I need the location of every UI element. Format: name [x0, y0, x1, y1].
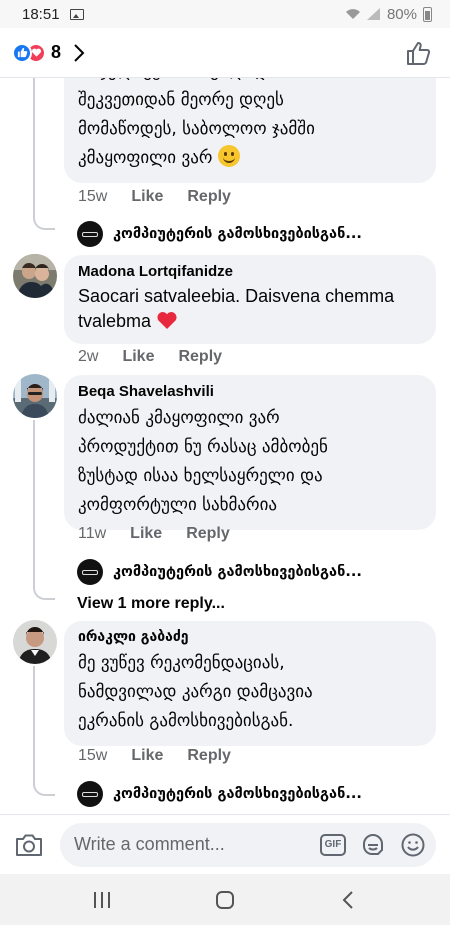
like-button[interactable]: Like — [131, 747, 163, 765]
comment-line: პროდუქტით ნუ რასაც ამბობენ — [78, 437, 328, 457]
avatar[interactable] — [13, 620, 57, 664]
comment-time: 15w — [78, 747, 108, 764]
thumbs-up-outline-icon[interactable] — [406, 40, 432, 66]
back-icon[interactable] — [336, 888, 360, 912]
comment-bubble[interactable]: Madona Lortqifanidze Saocari satvaleebia… — [64, 255, 436, 344]
like-button[interactable]: Like — [122, 348, 154, 366]
comment-line: მე ვუწევ რეკომენდაციას, — [78, 653, 285, 673]
comment-time: 15w — [78, 188, 108, 205]
wifi-icon — [345, 9, 360, 19]
reply-author: კომპიუტერის გამოსხივებისგან... — [113, 786, 362, 802]
comment-text: იოჯელაკუ სასამკილად შეკვეთიდან მეორე დღე… — [78, 78, 422, 173]
comment-bubble[interactable]: Beqa Shavelashvili ძალიან კმაყოფილი ვარ … — [64, 375, 436, 530]
page-avatar — [77, 221, 103, 247]
comment-bubble[interactable]: იოჯელაკუ სასამკილად შეკვეთიდან მეორე დღე… — [64, 78, 436, 183]
comment-text: Saocari satvaleebia. Daisvena chemma tva… — [78, 284, 422, 334]
avatar[interactable] — [13, 254, 57, 298]
comment-line: ეკრანის გამოსხივებისგან. — [78, 711, 294, 731]
thread-connector — [33, 666, 55, 796]
comment-meta: 11w Like Reply — [78, 525, 230, 543]
chevron-right-icon — [74, 43, 85, 62]
comment-line: ზუსტად ისაა ხელსაყრელი და — [78, 466, 323, 486]
comment-author[interactable]: ირაკლი გაბაძე — [78, 629, 422, 645]
reactions-summary[interactable]: 8 — [12, 42, 85, 63]
smile-emoji-icon — [217, 145, 240, 167]
comment-meta: 15w Like Reply — [78, 747, 231, 765]
comment-line: მომაწოდეს, საბოლოო ჯამში — [78, 119, 315, 139]
comment-line: tvalebma — [78, 311, 152, 331]
camera-icon[interactable] — [14, 832, 44, 858]
gif-icon[interactable]: GIF — [320, 832, 346, 858]
reply-button[interactable]: Reply — [187, 747, 231, 765]
reply-author: კომპიუტერის გამოსხივებისგან... — [113, 226, 362, 242]
reply-button[interactable]: Reply — [186, 525, 230, 543]
reply-author: კომპიუტერის გამოსხივებისგან... — [113, 564, 362, 580]
page-avatar — [77, 781, 103, 807]
reply-button[interactable]: Reply — [187, 188, 231, 206]
signal-icon — [366, 8, 380, 20]
comment-text: ძალიან კმაყოფილი ვარ პროდუქტით ნუ რასაც … — [78, 404, 422, 520]
battery-icon — [423, 6, 432, 22]
thread-connector — [33, 78, 55, 230]
view-more-replies-link[interactable]: View 1 more reply... — [77, 595, 225, 613]
like-button[interactable]: Like — [131, 188, 163, 206]
comment-input[interactable] — [74, 834, 306, 855]
comment-line: ძალიან კმაყოფილი ვარ — [78, 408, 280, 428]
comment-bubble[interactable]: ირაკლი გაბაძე მე ვუწევ რეკომენდაციას, ნა… — [64, 621, 436, 746]
thread-connector — [33, 420, 55, 600]
comment-input-wrapper: GIF — [60, 822, 436, 867]
comment-composer: GIF — [0, 814, 450, 874]
heart-emoji-icon — [157, 312, 177, 329]
reply-preview[interactable]: კომპიუტერის გამოსხივებისგან... — [77, 221, 362, 247]
gallery-icon — [69, 8, 84, 20]
comment-author[interactable]: Madona Lortqifanidze — [78, 263, 422, 280]
comment-meta: 15w Like Reply — [78, 188, 231, 206]
status-bar: 18:51 80% — [0, 0, 450, 28]
comment-line: კმაყოფილი ვარ — [78, 148, 213, 168]
like-button[interactable]: Like — [130, 525, 162, 543]
emoji-icon[interactable] — [400, 832, 426, 858]
comment-author[interactable]: Beqa Shavelashvili — [78, 383, 422, 400]
page-avatar — [77, 559, 103, 585]
comment-line: ნამდვილად კარგი დამცავია — [78, 682, 313, 702]
comment-meta: 2w Like Reply — [78, 348, 222, 366]
comment-thread: იოჯელაკუ სასამკილად შეკვეთიდან მეორე დღე… — [0, 78, 450, 814]
reply-preview[interactable]: კომპიუტერის გამოსხივებისგან... — [77, 781, 362, 807]
thumbs-up-icon — [12, 42, 32, 63]
system-nav-bar — [0, 874, 450, 925]
comment-line: შეკვეთიდან მეორე დღეს — [78, 90, 284, 110]
home-icon[interactable] — [213, 888, 237, 912]
reply-preview[interactable]: კომპიუტერის გამოსხივებისგან... — [77, 559, 362, 585]
comment-time: 2w — [78, 348, 99, 365]
comment-line: კომფორტული სახმარია — [78, 495, 278, 515]
comment-text: მე ვუწევ რეკომენდაციას, ნამდვილად კარგი … — [78, 649, 422, 736]
recent-apps-icon[interactable] — [90, 888, 114, 912]
comments-header: 8 — [0, 28, 450, 78]
comment-time: 11w — [78, 525, 107, 542]
comment-line: Saocari satvaleebia. Daisvena chemma — [78, 286, 395, 306]
reply-button[interactable]: Reply — [178, 348, 222, 366]
status-time: 18:51 — [22, 5, 60, 23]
avatar[interactable] — [13, 374, 57, 418]
reaction-count: 8 — [51, 42, 62, 62]
sticker-icon[interactable] — [360, 832, 386, 858]
battery-percent: 80% — [386, 5, 417, 23]
